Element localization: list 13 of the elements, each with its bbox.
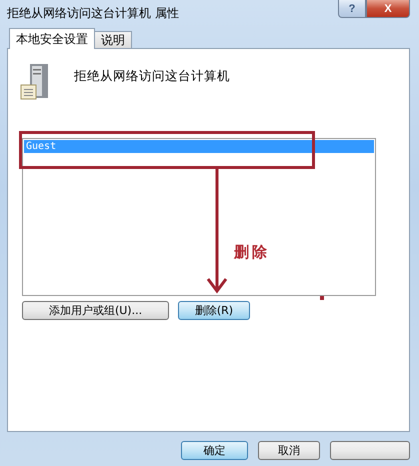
annotation-label: 删除 [234,243,270,262]
ok-button[interactable]: 确定 [181,441,248,460]
tab[interactable]: 本地安全设置 [9,28,95,49]
remove-button[interactable]: 删除(R) [178,301,250,320]
apply-button[interactable] [330,441,410,460]
help-button[interactable]: ? [338,0,366,18]
dot-mark [320,296,324,300]
tab[interactable]: 说明 [94,31,132,48]
close-button[interactable]: X [366,0,410,18]
window-title: 拒绝从网络访问这台计算机 属性 [7,4,179,22]
add-button[interactable]: 添加用户或组(U)... [22,301,169,320]
cancel-button[interactable]: 取消 [258,441,320,460]
policy-name: 拒绝从网络访问这台计算机 [74,68,230,84]
